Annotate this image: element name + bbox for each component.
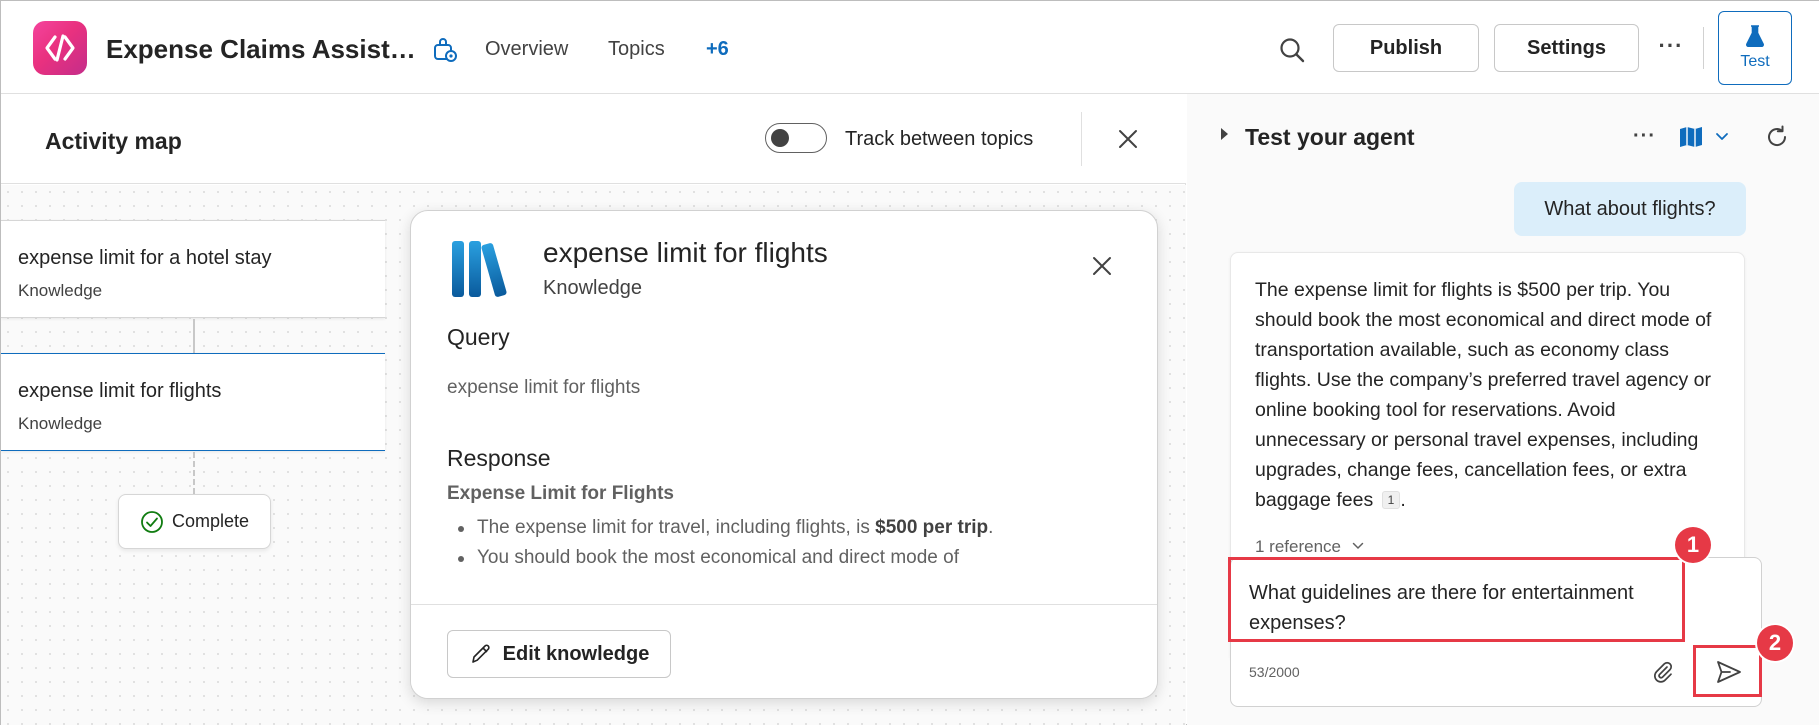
app-logo-icon[interactable] bbox=[33, 21, 87, 75]
node-type: Knowledge bbox=[18, 281, 103, 300]
agent-settings-icon[interactable] bbox=[432, 37, 458, 63]
test-agent-header: Test your agent ··· bbox=[1187, 94, 1819, 174]
track-between-topics-toggle[interactable] bbox=[765, 123, 827, 153]
settings-button[interactable]: Settings bbox=[1494, 24, 1639, 72]
panel-more-icon[interactable]: ··· bbox=[1633, 125, 1656, 148]
query-text: expense limit for flights bbox=[447, 377, 641, 398]
chevron-down-icon bbox=[1352, 542, 1363, 550]
step2-badge: 2 bbox=[1757, 625, 1793, 661]
detail-subtitle: Knowledge bbox=[543, 277, 642, 299]
test-agent-title: Test your agent bbox=[1245, 124, 1415, 150]
nav-topics[interactable]: Topics bbox=[608, 38, 665, 61]
query-heading: Query bbox=[447, 324, 510, 350]
node-title: expense limit for flights bbox=[18, 380, 222, 402]
collapse-caret-icon[interactable] bbox=[1221, 128, 1228, 140]
test-button[interactable]: Test bbox=[1718, 11, 1792, 85]
map-icon[interactable] bbox=[1679, 126, 1703, 148]
nav-overview[interactable]: Overview bbox=[485, 38, 568, 61]
user-message-bubble: What about flights? bbox=[1514, 182, 1746, 236]
header-divider bbox=[1703, 27, 1704, 69]
pencil-icon bbox=[471, 644, 490, 663]
complete-node[interactable]: Complete bbox=[118, 494, 271, 549]
node-flights[interactable]: expense limit for flights Knowledge bbox=[1, 353, 385, 451]
flask-icon bbox=[1746, 25, 1764, 47]
send-icon bbox=[1717, 661, 1741, 683]
detail-title: expense limit for flights bbox=[543, 237, 828, 268]
activity-map-panel: Activity map Track between topics expens… bbox=[1, 94, 1186, 725]
more-options-icon[interactable]: ··· bbox=[1656, 31, 1686, 61]
node-type: Knowledge bbox=[18, 414, 103, 433]
toggle-knob bbox=[771, 129, 789, 147]
close-activity-map-icon[interactable] bbox=[1115, 126, 1141, 152]
search-icon[interactable] bbox=[1278, 36, 1306, 64]
step1-badge: 1 bbox=[1675, 527, 1711, 563]
response-title: Expense Limit for Flights bbox=[447, 483, 674, 504]
nav-more-tabs[interactable]: +6 bbox=[706, 38, 729, 61]
character-count: 53/2000 bbox=[1249, 664, 1300, 680]
activity-map-title: Activity map bbox=[45, 128, 182, 154]
node-hotel-stay[interactable]: expense limit for a hotel stay Knowledge bbox=[1, 220, 385, 318]
refresh-icon[interactable] bbox=[1764, 124, 1790, 150]
top-header: Expense Claims Assist… Overview Topics +… bbox=[1, 1, 1819, 94]
citation-badge[interactable]: 1 bbox=[1381, 491, 1401, 509]
message-compose-box[interactable]: What guidelines are there for entertainm… bbox=[1230, 557, 1762, 707]
send-button[interactable] bbox=[1709, 654, 1749, 690]
test-agent-panel: Test your agent ··· What about flights? … bbox=[1187, 94, 1819, 725]
message-input[interactable]: What guidelines are there for entertainm… bbox=[1249, 578, 1669, 638]
bot-message-text: The expense limit for flights is $500 pe… bbox=[1255, 279, 1712, 511]
node-connector bbox=[193, 319, 195, 353]
node-title: expense limit for a hotel stay bbox=[18, 247, 272, 269]
references-toggle[interactable]: 1 reference bbox=[1255, 537, 1364, 557]
detail-footer: Edit knowledge bbox=[411, 604, 1157, 698]
knowledge-detail-card: expense limit for flights Knowledge Quer… bbox=[410, 210, 1158, 699]
knowledge-icon bbox=[452, 241, 507, 297]
test-button-label: Test bbox=[1740, 53, 1770, 70]
check-circle-icon bbox=[141, 510, 163, 533]
close-detail-icon[interactable] bbox=[1089, 253, 1115, 279]
edit-knowledge-label: Edit knowledge bbox=[502, 642, 650, 665]
attach-icon[interactable] bbox=[1651, 660, 1675, 684]
app-title: Expense Claims Assist… bbox=[106, 34, 416, 64]
response-list: The expense limit for travel, including … bbox=[447, 513, 1127, 573]
response-heading: Response bbox=[447, 445, 551, 471]
chevron-down-icon[interactable] bbox=[1715, 132, 1729, 142]
node-connector bbox=[193, 452, 195, 494]
complete-label: Complete bbox=[171, 511, 250, 531]
response-bullet: You should book the most economical and … bbox=[447, 543, 1127, 573]
publish-button[interactable]: Publish bbox=[1333, 24, 1479, 72]
response-bullet: The expense limit for travel, including … bbox=[447, 513, 1127, 543]
header-divider bbox=[1081, 112, 1082, 166]
edit-knowledge-button[interactable]: Edit knowledge bbox=[447, 630, 671, 678]
track-between-topics-label: Track between topics bbox=[845, 128, 1034, 150]
activity-map-header: Activity map Track between topics bbox=[1, 94, 1186, 184]
